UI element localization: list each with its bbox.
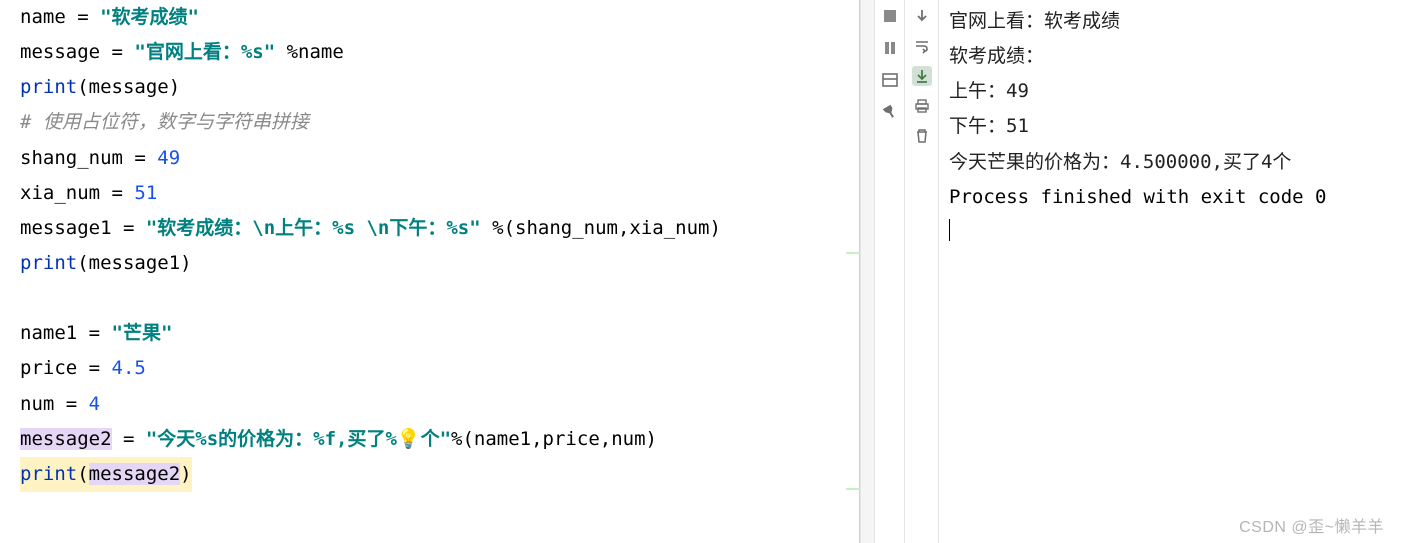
console-cursor	[949, 219, 950, 241]
code-line: price = 4.5	[20, 351, 860, 386]
scroll-to-end-icon[interactable]	[912, 66, 932, 86]
print-icon[interactable]	[912, 96, 932, 116]
code-line: name = "软考成绩"	[20, 0, 860, 35]
tool-column-run	[905, 0, 939, 543]
code-line: num = 4	[20, 387, 860, 422]
code-line: shang_num = 49	[20, 141, 860, 176]
arrow-down-icon[interactable]	[912, 6, 932, 26]
watermark: CSDN @歪~懒羊羊	[1239, 513, 1384, 537]
console-line: 软考成绩：	[949, 39, 1392, 74]
editor-scrollbar[interactable]	[860, 0, 875, 543]
stop-icon[interactable]	[880, 6, 900, 26]
code-line: xia_num = 51	[20, 176, 860, 211]
console-line: 上午：49	[949, 74, 1392, 109]
pause-icon[interactable]	[880, 38, 900, 58]
code-line-active: print(message2)	[20, 457, 192, 492]
code-line: print(message1)	[20, 246, 860, 281]
code-comment: # 使用占位符，数字与字符串拼接	[20, 105, 860, 140]
console-line: 今天芒果的价格为：4.500000,买了4个	[949, 145, 1392, 180]
console-line: 官网上看：软考成绩	[949, 4, 1392, 39]
code-line: print(message)	[20, 70, 860, 105]
code-line: message = "官网上看：%s" %name	[20, 35, 860, 70]
ide-root: name = "软考成绩" message = "官网上看：%s" %name …	[0, 0, 1402, 543]
code-blank	[20, 281, 860, 316]
trash-icon[interactable]	[912, 126, 932, 146]
code-line: message2 = "今天%s的价格为：%f,买了%💡个"%(name1,pr…	[20, 422, 860, 457]
pin-icon[interactable]	[880, 102, 900, 122]
tool-column-debug	[875, 0, 905, 543]
bulb-icon[interactable]: 💡	[397, 428, 421, 450]
code-line: message1 = "软考成绩：\n上午：%s \n下午：%s" %(shan…	[20, 211, 860, 246]
code-line: name1 = "芒果"	[20, 316, 860, 351]
console-pane[interactable]: 官网上看：软考成绩 软考成绩： 上午：49 下午：51 今天芒果的价格为：4.5…	[939, 0, 1402, 543]
wrap-icon[interactable]	[912, 36, 932, 56]
process-exit-line: Process finished with exit code 0	[949, 180, 1392, 215]
editor-pane[interactable]: name = "软考成绩" message = "官网上看：%s" %name …	[0, 0, 860, 543]
console-line: 下午：51	[949, 109, 1392, 144]
layout-icon[interactable]	[880, 70, 900, 90]
